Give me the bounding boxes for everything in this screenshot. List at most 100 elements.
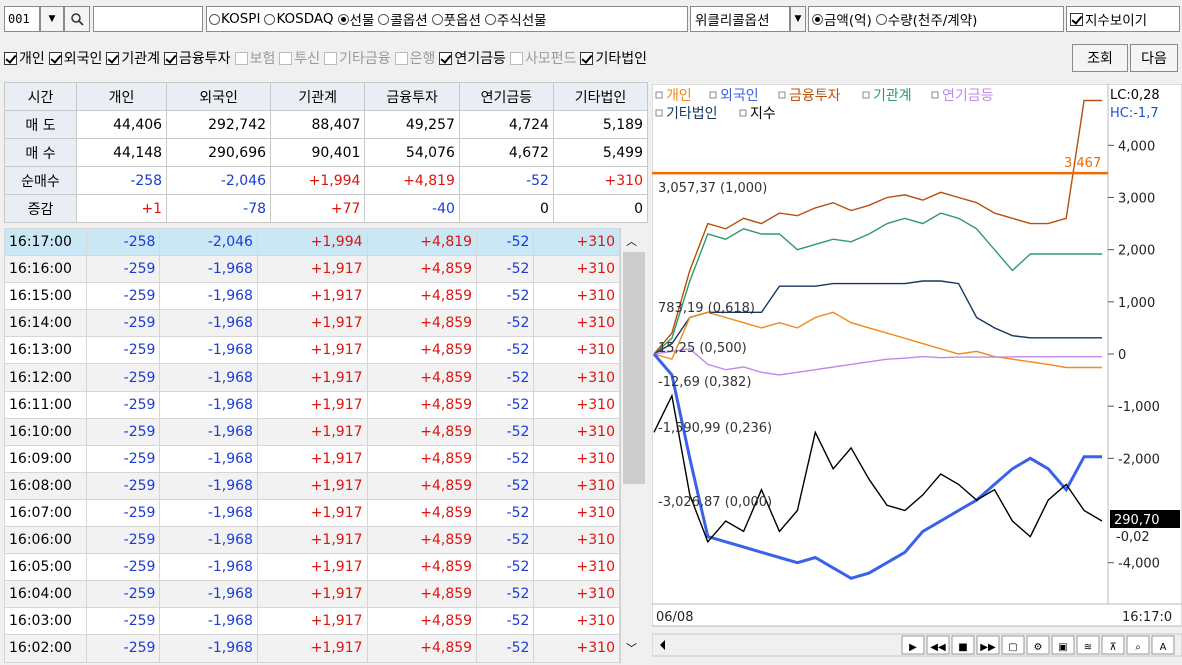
market-radio-3[interactable]: 콜옵션 (378, 9, 428, 29)
investor-checkbox-0[interactable]: 개인 (4, 48, 45, 68)
legend-entry: 개인 (666, 88, 692, 104)
summary-header: 외국인 (166, 82, 272, 111)
unit-radio-1[interactable]: 수량(천주/계약) (875, 9, 978, 29)
investor-checkbox-9[interactable]: 사모펀드 (509, 48, 576, 68)
scroll-up-icon[interactable]: ︿ (626, 233, 637, 249)
table-row[interactable]: 16:17:00 -258 -2,046 +1,994 +4,819 -52 +310 (4, 227, 620, 257)
search-button[interactable] (64, 6, 90, 32)
value-cell: -1,968 (159, 634, 258, 663)
table-row[interactable]: 16:12:00 -259 -1,968 +1,917 +4,859 -52 +310 (4, 363, 620, 392)
investor-checkbox-5[interactable]: 투신 (279, 48, 320, 68)
value-cell: +1,917 (256, 282, 368, 311)
table-row[interactable]: 16:15:00 -259 -1,968 +1,917 +4,859 -52 +310 (4, 282, 620, 311)
summary-header: 기관계 (270, 82, 366, 111)
checkbox-icon (279, 51, 293, 65)
summary-cell: 44,148 (75, 138, 168, 167)
market-label: 콜옵션 (390, 13, 428, 29)
radio-icon (378, 13, 390, 25)
scroll-down-icon[interactable]: ﹀ (626, 640, 637, 656)
search-icon (71, 13, 84, 26)
table-row[interactable]: 16:06:00 -259 -1,968 +1,917 +4,859 -52 +310 (4, 526, 620, 555)
value-cell: -52 (476, 282, 535, 311)
table-row[interactable]: 16:10:00 -259 -1,968 +1,917 +4,859 -52 +310 (4, 417, 620, 446)
legend-marker (655, 91, 663, 99)
radio-icon (431, 13, 443, 25)
value-cell: -1,968 (159, 417, 258, 446)
value-cell: +4,859 (366, 363, 478, 392)
summary-row-label: 순매수 (4, 166, 77, 195)
summary-header: 개인 (75, 82, 168, 111)
value-cell: -52 (476, 526, 535, 555)
investor-checkbox-6[interactable]: 기타금융 (324, 48, 391, 68)
table-row[interactable]: 16:09:00 -259 -1,968 +1,917 +4,859 -52 +310 (4, 444, 620, 473)
investor-checkbox-7[interactable]: 은행 (394, 48, 435, 68)
x-axis-panel (652, 603, 1182, 627)
unit-label: 수량(천주/계약) (887, 13, 978, 29)
investor-checkbox-4[interactable]: 보험 (234, 48, 275, 68)
value-cell: -52 (476, 227, 535, 257)
table-row[interactable]: 16:04:00 -259 -1,968 +1,917 +4,859 -52 +310 (4, 580, 620, 609)
code-input[interactable]: 001 (4, 6, 40, 32)
y-tick-label: 1,000 (1118, 296, 1155, 311)
table-row[interactable]: 16:14:00 -259 -1,968 +1,917 +4,859 -52 +310 (4, 309, 620, 338)
chart-tool-icon: ▶ (909, 642, 917, 653)
table-row[interactable]: 16:16:00 -259 -1,968 +1,917 +4,859 -52 +310 (4, 255, 620, 284)
option-dropdown-button[interactable]: ▼ (790, 6, 806, 32)
summary-cell: +1,994 (270, 166, 366, 195)
investor-checkbox-10[interactable]: 기타법인 (580, 48, 647, 68)
summary-cell: 0 (552, 194, 649, 223)
table-row[interactable]: 16:08:00 -259 -1,968 +1,917 +4,859 -52 +310 (4, 471, 620, 500)
legend-marker (655, 109, 663, 117)
checkbox-icon (4, 51, 17, 65)
table-row[interactable]: 16:03:00 -259 -1,968 +1,917 +4,859 -52 +310 (4, 607, 620, 636)
investor-checkbox-2[interactable]: 기관계 (106, 48, 160, 68)
legend-entry: 기관계 (873, 88, 912, 104)
unit-radio-0[interactable]: 금액(억) (812, 9, 872, 29)
summary-header: 기타법인 (552, 82, 649, 111)
option-dropdown[interactable]: 위클리콜옵션 (690, 6, 790, 32)
summary-cell: 88,407 (270, 110, 366, 139)
query-button[interactable]: 조회 (1072, 44, 1128, 72)
fib-label: 15,25 (0,500) (658, 341, 747, 356)
market-radio-1[interactable]: KOSDAQ (264, 11, 334, 27)
value-cell: +310 (533, 363, 620, 392)
next-button[interactable]: 다음 (1130, 44, 1178, 72)
table-row[interactable]: 16:05:00 -259 -1,968 +1,917 +4,859 -52 +310 (4, 553, 620, 582)
market-radio-4[interactable]: 풋옵션 (431, 9, 481, 29)
table-row[interactable]: 16:07:00 -259 -1,968 +1,917 +4,859 -52 +310 (4, 498, 620, 528)
legend-marker (931, 91, 939, 99)
market-radio-5[interactable]: 주식선물 (484, 9, 547, 29)
table-row[interactable]: 16:13:00 -259 -1,968 +1,917 +4,859 -52 +310 (4, 336, 620, 365)
scrollbar-thumb[interactable] (623, 252, 645, 484)
investor-checkbox-1[interactable]: 외국인 (48, 48, 102, 68)
code-dropdown-button[interactable]: ▼ (40, 6, 64, 32)
name-input[interactable] (93, 6, 203, 32)
value-cell: +4,859 (366, 309, 478, 338)
summary-row-label: 매 수 (4, 138, 77, 167)
value-cell: +310 (533, 282, 620, 311)
market-radio-0[interactable]: KOSPI (209, 11, 260, 27)
summary-cell: 5,499 (552, 138, 649, 167)
summary-cell: 4,724 (458, 110, 554, 139)
investor-checkbox-8[interactable]: 연기금등 (439, 48, 506, 68)
checkbox-icon (48, 51, 62, 65)
show-index-checkbox[interactable]: 지수보이기 (1066, 6, 1180, 32)
summary-cell: 49,257 (364, 110, 460, 139)
table-row[interactable]: 16:11:00 -259 -1,968 +1,917 +4,859 -52 +310 (4, 390, 620, 419)
value-cell: -259 (85, 498, 161, 528)
investor-checkbox-3[interactable]: 금융투자 (164, 48, 231, 68)
radio-icon (337, 13, 349, 25)
table-row[interactable]: 16:02:00 -259 -1,968 +1,917 +4,859 -52 +310 (4, 634, 620, 663)
value-cell: -259 (85, 282, 161, 311)
value-cell: -259 (85, 444, 161, 473)
value-cell: +4,859 (366, 417, 478, 446)
market-radio-2[interactable]: 선물 (337, 9, 374, 29)
checkbox-icon (324, 51, 338, 65)
value-cell: +310 (533, 553, 620, 582)
summary-cell: -52 (458, 166, 554, 195)
y-tick-label: -4,000 (1118, 557, 1160, 572)
investor-label: 기타법인 (595, 51, 647, 67)
time-cell: 16:07:00 (4, 498, 87, 528)
value-cell: +1,917 (256, 363, 368, 392)
value-cell: -1,968 (159, 309, 258, 338)
